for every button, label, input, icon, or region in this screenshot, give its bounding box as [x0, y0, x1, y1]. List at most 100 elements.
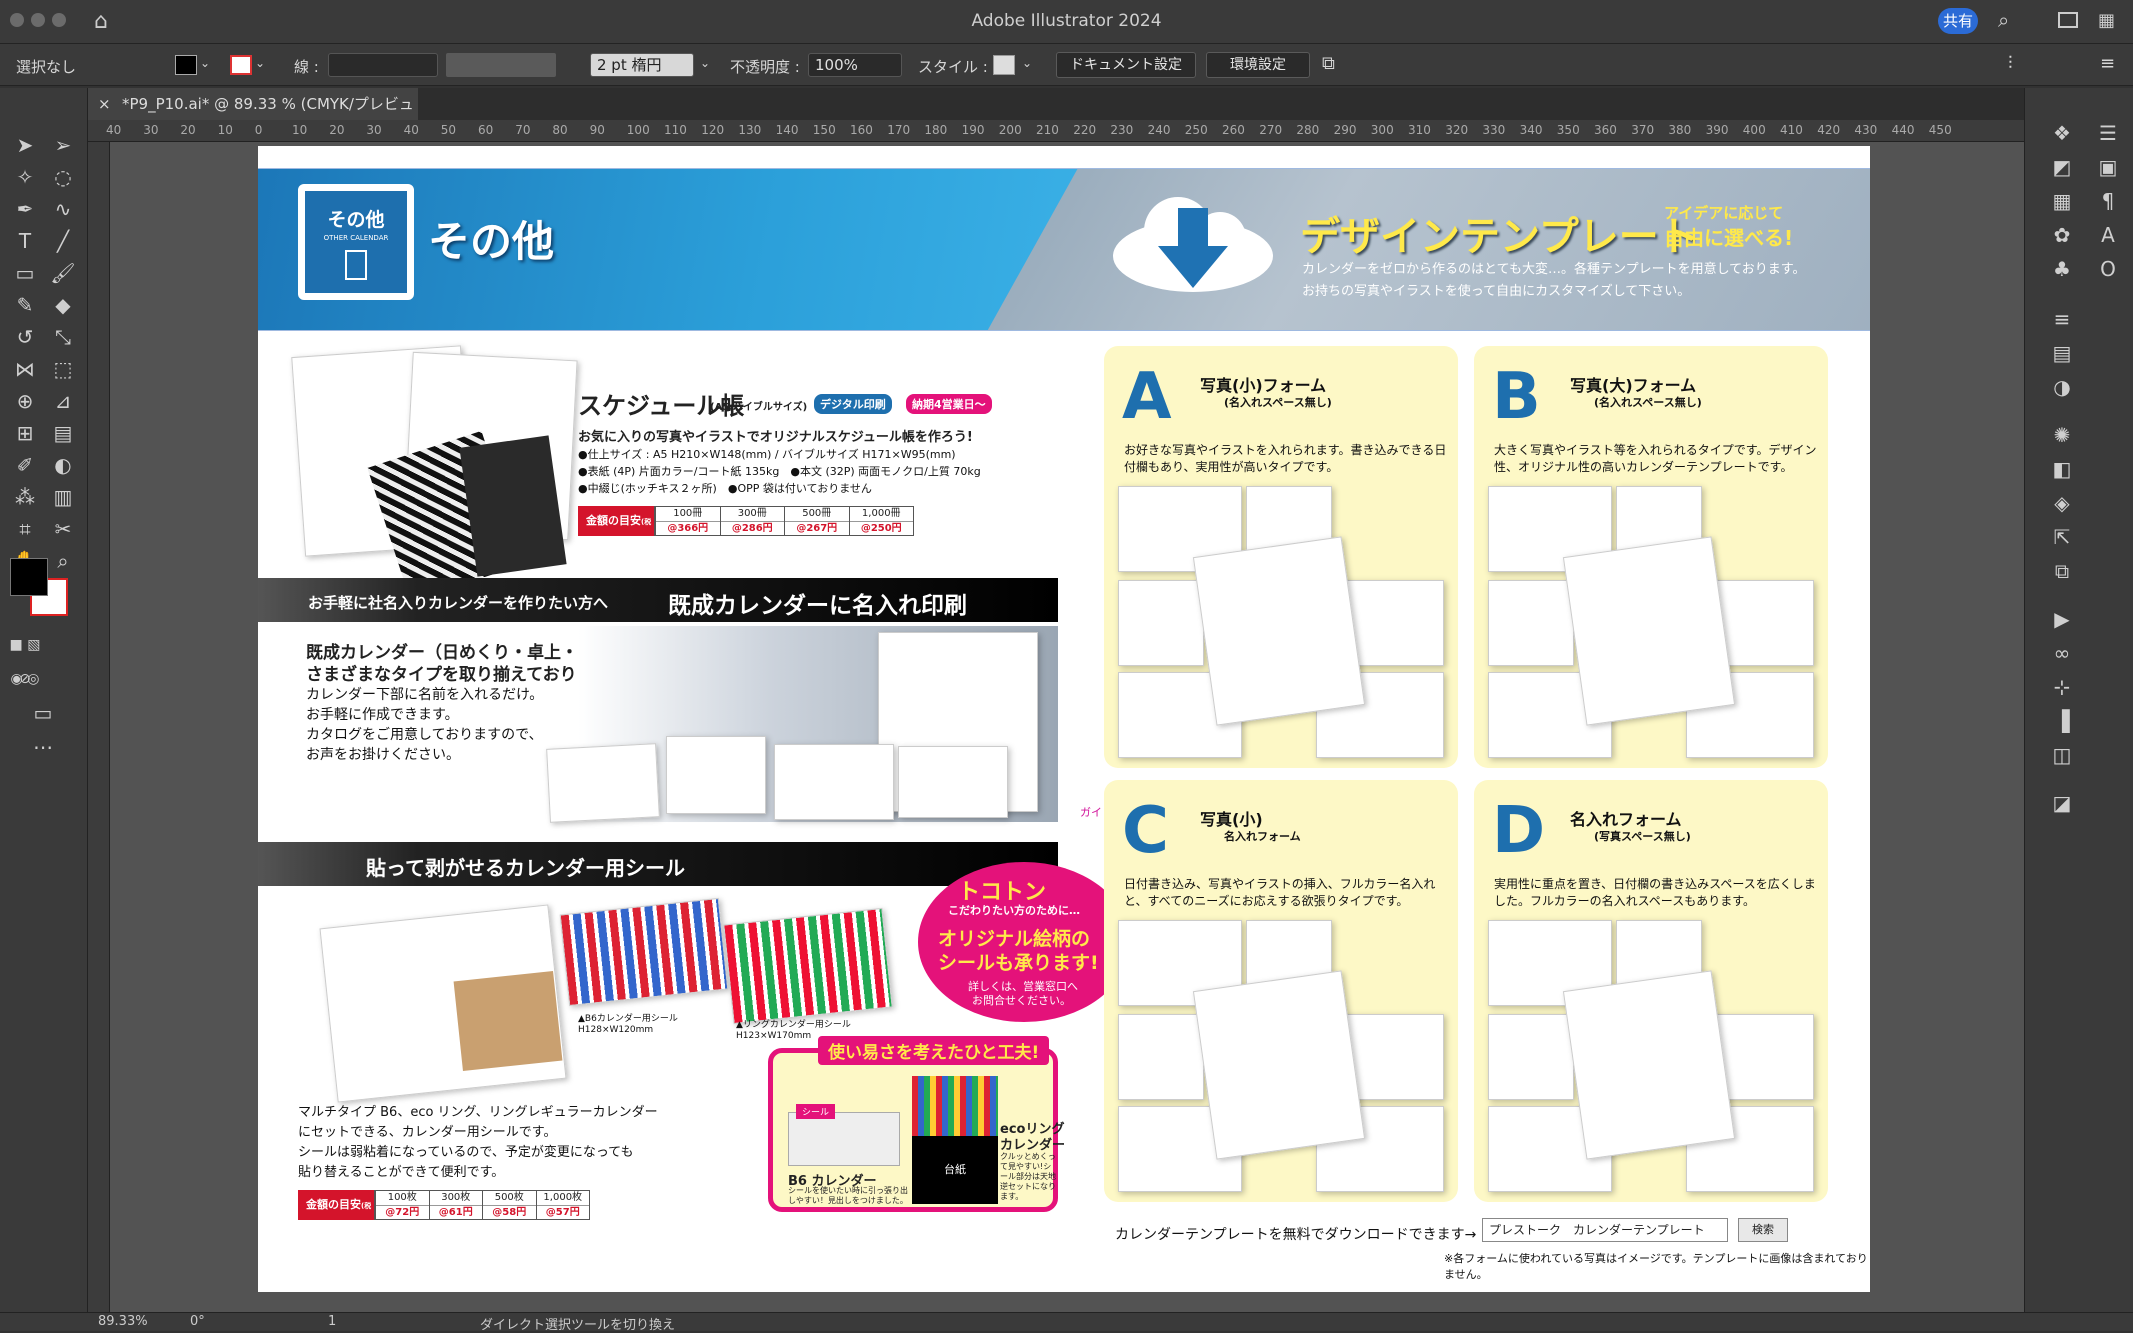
graphic-styles-icon[interactable]: ◧ [2045, 452, 2079, 486]
ruler-tick-label: 190 [961, 123, 985, 137]
zoom-level[interactable]: 89.33% [98, 1314, 148, 1329]
align-panel-icon[interactable]: ▐ [2045, 704, 2079, 738]
width-tool-icon[interactable]: ⋈ [8, 352, 42, 386]
opacity-field[interactable]: 100% [808, 53, 902, 77]
ruler-tick-label: 170 [887, 123, 911, 137]
curvature-tool-icon[interactable]: ∿ [46, 192, 80, 226]
screen-mode-icon[interactable]: ▭ [26, 696, 60, 730]
seal-price-table: 100枚 @72円 300枚 @61円 500枚 @58円 1,000枚 @57円 [374, 1190, 590, 1220]
draw-mode-icon[interactable]: ◉ ◎ [8, 662, 42, 696]
shaper-tool-icon[interactable]: ✎ [8, 288, 42, 322]
blend-tool-icon[interactable]: ◐ [46, 448, 80, 482]
pathfinder-icon[interactable]: ◫ [2045, 738, 2079, 772]
search-field-image: プレストーク カレンダーテンプレート [1482, 1218, 1728, 1242]
brushes-icon[interactable]: ✿ [2045, 218, 2079, 252]
status-bar: 89.33% 0° 1 ダイレクト選択ツールを切り換え [0, 1312, 2133, 1333]
close-tab-icon[interactable]: × [98, 88, 111, 120]
panel-letter: B [1492, 360, 1541, 434]
more-tools-icon[interactable]: ⋯ [26, 730, 60, 764]
eraser-icon[interactable]: ◆ [46, 288, 80, 322]
canvas[interactable]: その他 OTHER CALENDAR その他 デザインテンプレート アイデアに応… [110, 142, 2024, 1312]
search-icon[interactable]: ⌕ [1998, 8, 2009, 32]
artboard-tool-icon[interactable]: ⌗ [8, 512, 42, 546]
preferences-button[interactable]: 環境設定 [1206, 52, 1310, 78]
align-icon[interactable]: ⫶ [2008, 53, 2013, 74]
document-tab[interactable]: × *P9_P10.ai* @ 89.33 % (CMYK/プレビュー) [88, 88, 418, 145]
workspace-icon[interactable] [2058, 12, 2078, 28]
template-featured-thumbnail [1562, 970, 1736, 1160]
scale-tool-icon[interactable]: ⤡ [46, 320, 80, 354]
arrange-documents-icon[interactable]: ▦ [2098, 10, 2115, 31]
slice-tool-icon[interactable]: ✂ [46, 512, 80, 546]
pen-tool-icon[interactable]: ✒ [8, 192, 42, 226]
adjust-icon[interactable]: ☰ [2091, 116, 2125, 150]
ruler-tick-label: 80 [552, 123, 568, 137]
category-badge: その他 OTHER CALENDAR [298, 184, 414, 300]
share-button[interactable]: 共有 [1938, 8, 1978, 34]
graphic-style-swatch[interactable] [993, 55, 1015, 75]
selection-tool-icon[interactable]: ➤ [8, 128, 42, 162]
stroke-panel-icon[interactable]: ≡ [2045, 302, 2079, 336]
horizontal-ruler[interactable]: 40 30 20 10 0 10 20 30 40 50 60 70 80 90 100 110 120 130 1… [88, 120, 2024, 142]
artboard[interactable]: その他 OTHER CALENDAR その他 デザインテンプレート アイデアに応… [258, 146, 1870, 1292]
variable-width-profile[interactable] [446, 53, 556, 77]
vertical-ruler[interactable] [88, 142, 110, 1312]
zoom-tool-icon[interactable]: ⌕ [46, 544, 80, 578]
chevron-down-icon[interactable]: ⌄ [255, 56, 265, 70]
chevron-down-icon[interactable]: ⌄ [1022, 56, 1032, 70]
artboards-icon[interactable]: ⧉ [2045, 554, 2079, 588]
shape-builder-icon[interactable]: ⊕ [8, 384, 42, 418]
symbols-icon[interactable]: ♣ [2045, 252, 2079, 286]
chevron-down-icon[interactable]: ⌄ [200, 56, 210, 70]
b6-calendar-image [788, 1112, 900, 1166]
opentype-icon[interactable]: O [2091, 252, 2125, 286]
rectangle-tool-icon[interactable]: ▭ [8, 256, 42, 290]
type-tool-icon[interactable]: T [8, 224, 42, 258]
perspective-grid-icon[interactable]: ⊿ [46, 384, 80, 418]
color-mode-icon[interactable]: ■ ▧ ⊘ [8, 628, 42, 687]
mesh-tool-icon[interactable]: ⊞ [8, 416, 42, 450]
ruler-tick-label: 40 [403, 123, 419, 137]
gradient-panel-icon[interactable]: ▤ [2045, 336, 2079, 370]
template-panel-b: B 写真(大)フォーム (名入れスペース無し) 大きく写真やイラスト等を入れられるタイ… [1474, 346, 1828, 768]
properties-icon[interactable]: ❖ [2045, 116, 2079, 150]
paragraph-icon[interactable]: ¶ [2091, 184, 2125, 218]
line-tool-icon[interactable]: ╱ [46, 224, 80, 258]
links-icon[interactable]: ∞ [2045, 636, 2079, 670]
character-icon[interactable]: A [2091, 218, 2125, 252]
symbol-sprayer-icon[interactable]: ⁂ [8, 480, 42, 514]
swatches-icon[interactable]: ▦ [2045, 184, 2079, 218]
rotate-tool-icon[interactable]: ↺ [8, 320, 42, 354]
ruler-tick-label: 180 [924, 123, 948, 137]
arrange-icon[interactable]: ⧉ [1322, 53, 1335, 74]
brush-definition-field[interactable]: 2 pt 楕円 [590, 53, 694, 77]
menu-icon[interactable]: ≡ [2100, 53, 2115, 74]
magic-wand-icon[interactable]: ✧ [8, 160, 42, 194]
panel-letter: A [1122, 360, 1172, 434]
eyedropper-icon[interactable]: ✐ [8, 448, 42, 482]
layers-icon[interactable]: ◈ [2045, 486, 2079, 520]
libraries-icon[interactable]: ◩ [2045, 150, 2079, 184]
export-icon[interactable]: ⇱ [2045, 520, 2079, 554]
ruler-tick-label: 260 [1222, 123, 1245, 137]
fill-swatch[interactable] [175, 55, 197, 75]
document-setup-button[interactable]: ドキュメント設定 [1056, 52, 1196, 78]
layers-small-icon[interactable]: ▣ [2091, 150, 2125, 184]
paintbrush-icon[interactable]: 🖌 [46, 256, 80, 290]
direct-selection-tool-icon[interactable]: ➢ [46, 128, 80, 162]
transform-icon[interactable]: ⊹ [2045, 670, 2079, 704]
image-trace-icon[interactable]: ◪ [2045, 786, 2079, 820]
transparency-icon[interactable]: ◑ [2045, 370, 2079, 404]
actions-icon[interactable]: ▶ [2045, 602, 2079, 636]
gradient-tool-icon[interactable]: ▤ [46, 416, 80, 450]
lasso-icon[interactable]: ◌ [46, 160, 80, 194]
stroke-swatch[interactable] [230, 55, 252, 75]
eco-title-2: カレンダー [1000, 1138, 1066, 1153]
graph-tool-icon[interactable]: ▥ [46, 480, 80, 514]
rotate-view-angle[interactable]: 0° [190, 1314, 205, 1329]
artboard-number[interactable]: 1 [328, 1314, 336, 1329]
stroke-weight-field[interactable] [328, 53, 438, 77]
appearance-icon[interactable]: ✺ [2045, 418, 2079, 452]
chevron-down-icon[interactable]: ⌄ [700, 56, 710, 70]
free-transform-icon[interactable]: ⬚ [46, 352, 80, 386]
